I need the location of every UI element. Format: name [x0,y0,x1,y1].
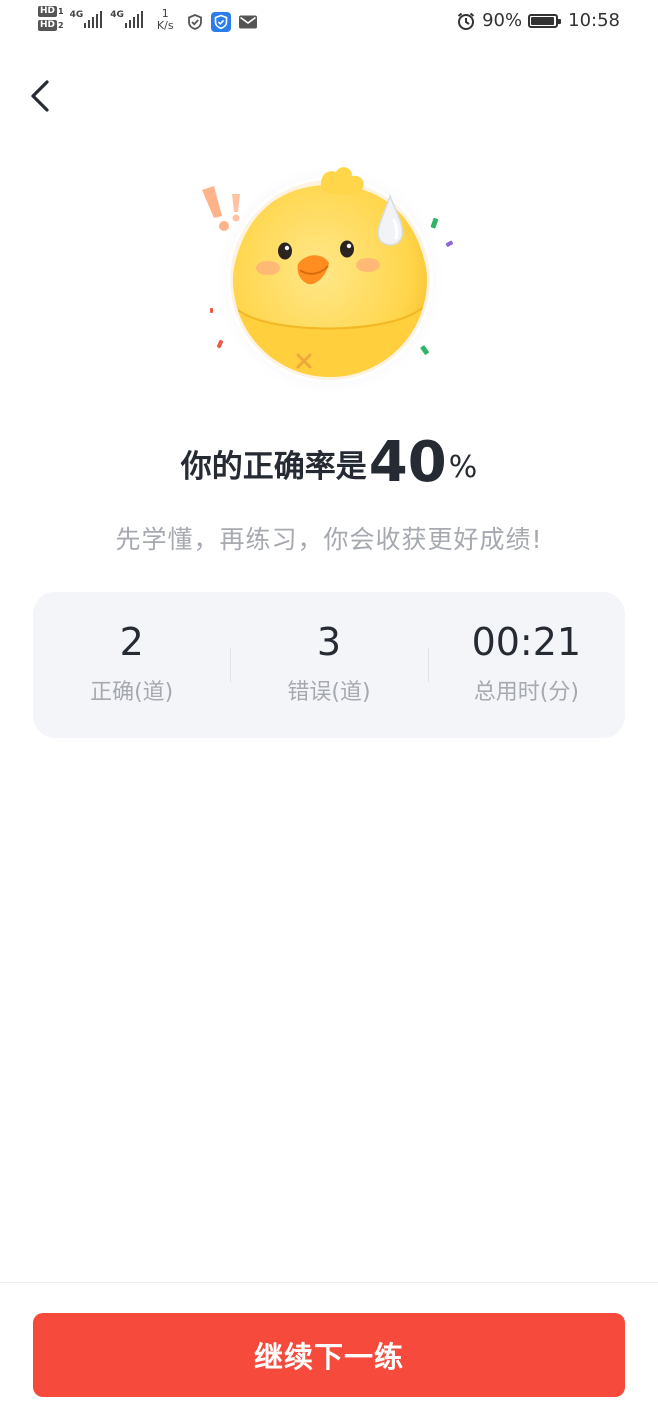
speed-unit: K/s [156,19,174,32]
stats-card: 2 正确(道) 3 错误(道) 00:21 总用时(分) [33,592,625,738]
accuracy-title: 你的正确率是40% [0,430,658,495]
stat-correct-value: 2 [119,620,144,664]
chevron-left-icon [31,80,49,112]
notification-icons [186,12,258,32]
net1-label: 4G [69,10,84,20]
sim1-number: 1 [58,7,64,16]
stat-total-time: 00:21 总用时(分) [427,620,625,706]
battery-icon [528,13,562,28]
status-bar: HD 1 HD 2 4G 4G 1 K/s 90% 10:58 [0,0,658,46]
sim1-hd-badge: HD [38,6,58,17]
bottom-divider [0,1282,658,1283]
accuracy-rate-value: 40 [368,430,447,495]
status-bar-right: 90% 10:58 [456,10,620,31]
sim2-indicator: HD 2 [38,20,64,31]
sim2-number: 2 [58,21,64,30]
clock-time: 10:58 [568,10,620,31]
network-speed: 1 K/s [157,8,174,32]
shield-outline-icon [187,14,202,30]
back-button[interactable] [18,74,62,118]
signal-sim2: 4G [110,10,143,28]
accuracy-title-prefix: 你的正确率是 [180,449,367,485]
stat-wrong-value: 3 [316,620,342,664]
chick-mascot-illustration [202,162,454,398]
sim-indicators: HD 1 HD 2 [38,6,64,31]
status-bar-left: HD 1 HD 2 4G 4G 1 K/s [38,6,258,32]
shield-icon [210,12,231,32]
stat-total-time-value: 00:21 [471,620,582,664]
sim1-indicator: HD 1 [38,6,64,17]
signal-bars-icon [124,10,143,28]
signal-bars-icon [84,10,103,28]
stat-wrong: 3 错误(道) [230,620,427,706]
signal-sim1: 4G [70,10,103,28]
alarm-icon [457,12,475,30]
continue-next-button[interactable]: 继续下一练 [33,1313,625,1397]
mail-icon [238,15,257,29]
encourage-message: 先学懂，再练习，你会收获更好成绩! [115,525,543,554]
stat-total-time-label: 总用时(分) [473,680,579,705]
battery-percent: 90% [482,10,523,31]
stat-correct-label: 正确(道) [90,680,174,705]
net2-label: 4G [110,10,124,20]
stat-wrong-label: 错误(道) [287,680,371,705]
sim2-hd-badge: HD [38,20,58,31]
accuracy-rate-unit: % [448,450,478,485]
stat-correct: 2 正确(道) [33,620,230,706]
